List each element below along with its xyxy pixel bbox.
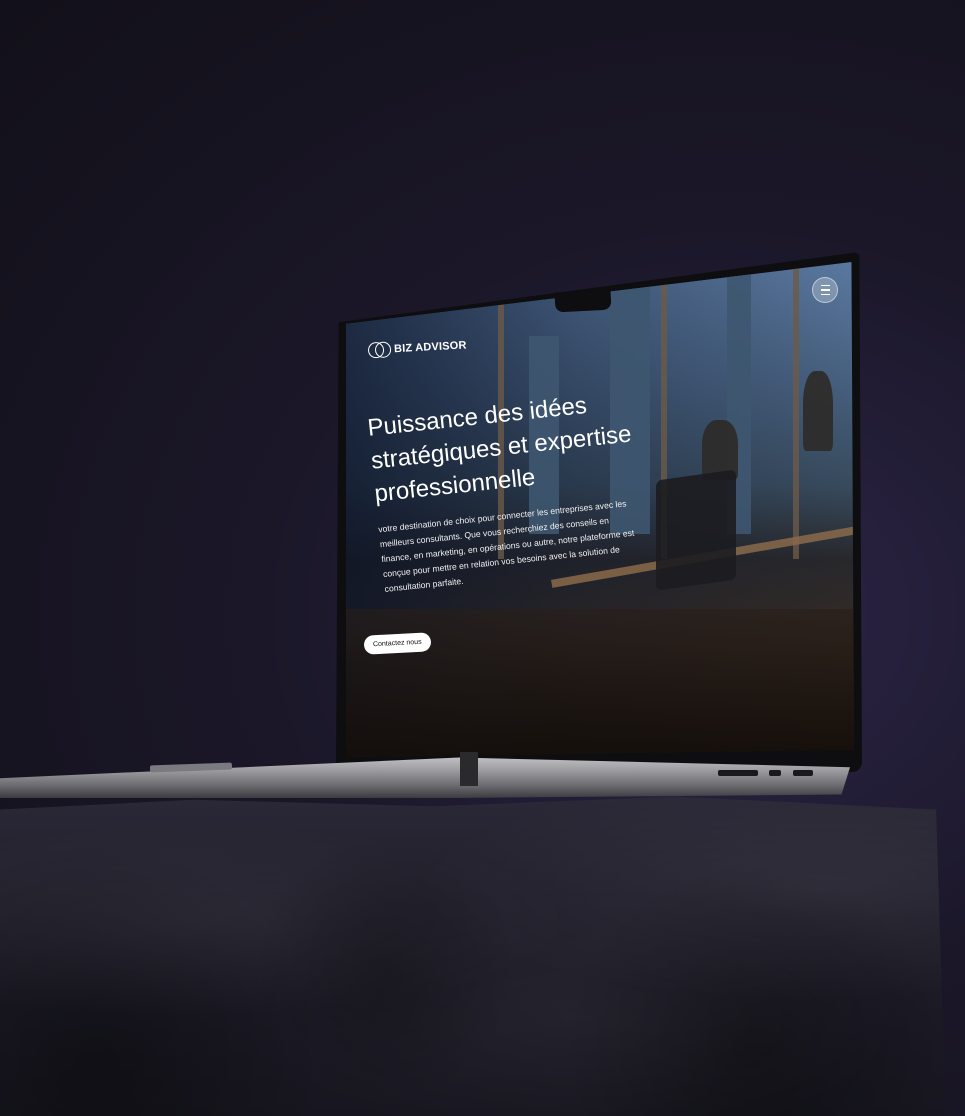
window-frame — [793, 262, 800, 559]
person-figure — [803, 370, 834, 451]
menu-button[interactable] — [812, 277, 838, 303]
usb-c-port — [769, 770, 781, 776]
hero-section: Puissance des idées stratégiques et expe… — [366, 381, 684, 597]
brand-name: BIZ ADVISOR — [393, 339, 467, 356]
hdmi-port — [793, 770, 813, 776]
office-floor — [346, 608, 854, 757]
scene: BIZ ADVISOR Puissance des idées stratégi… — [0, 0, 965, 1116]
camera-notch — [554, 289, 612, 313]
interlocking-rings-icon — [367, 341, 392, 359]
contact-button[interactable]: Contactez nous — [363, 632, 432, 655]
hamburger-menu-icon — [820, 283, 830, 296]
laptop-hinge — [460, 752, 478, 786]
sd-card-slot — [718, 770, 758, 776]
rock-pedestal — [0, 796, 946, 1116]
